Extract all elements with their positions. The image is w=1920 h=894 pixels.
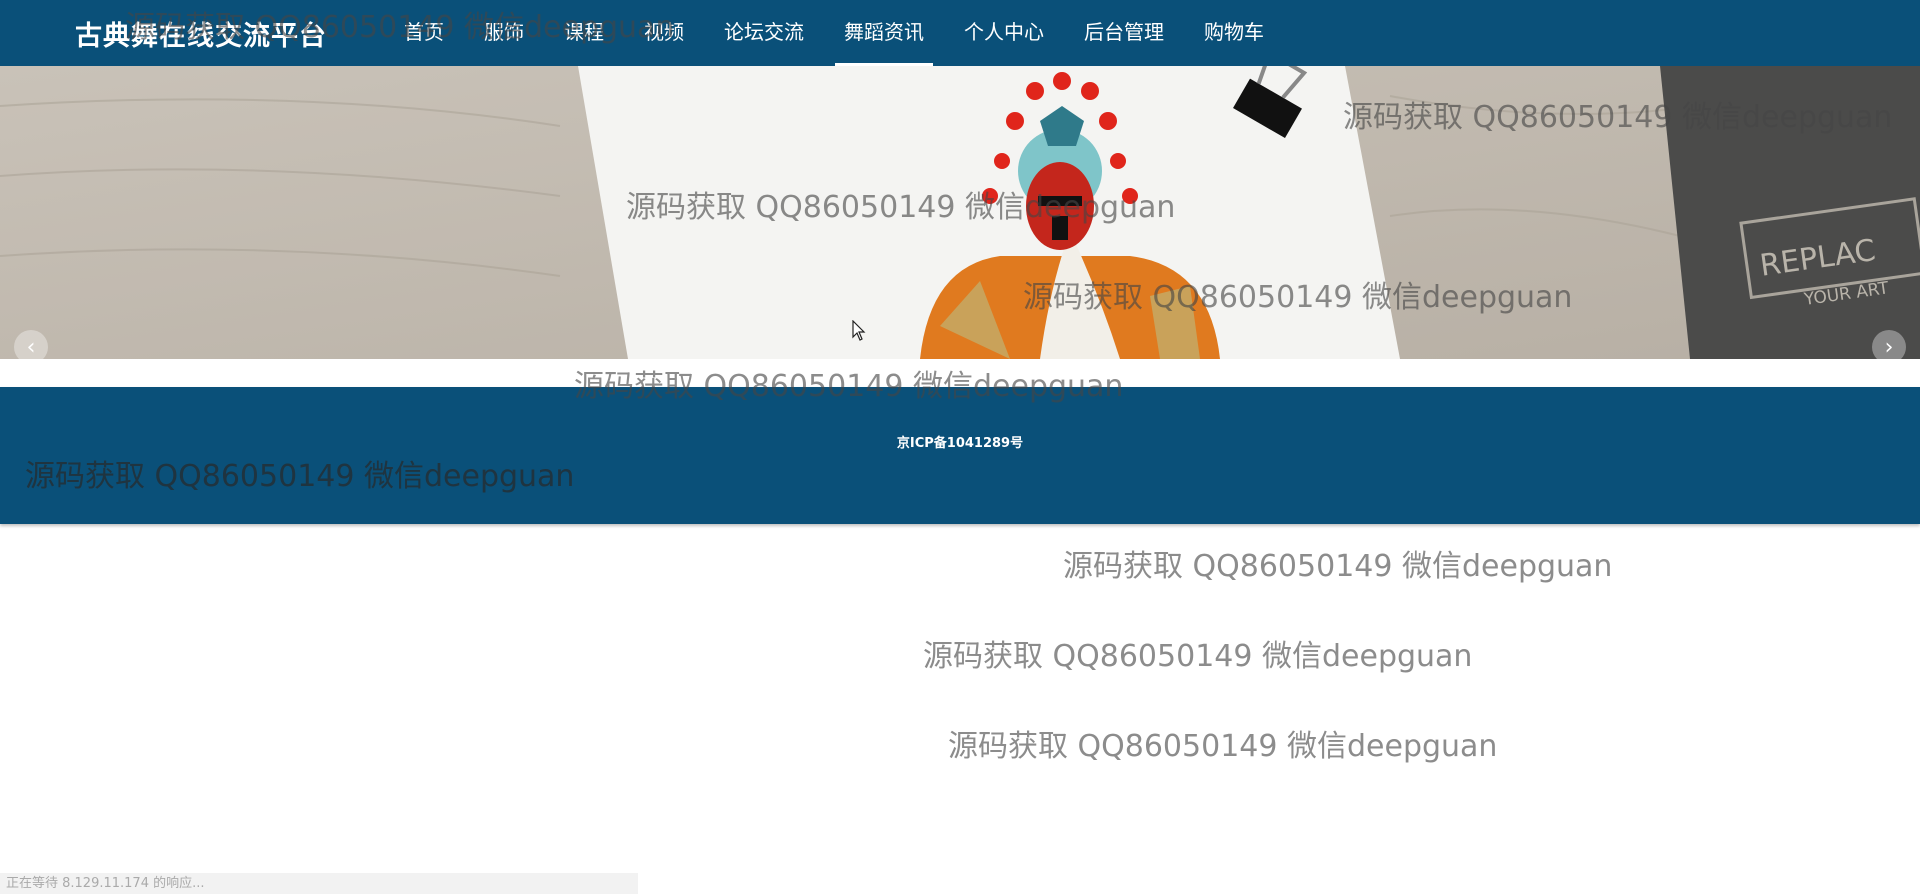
chevron-right-icon: › <box>1884 334 1894 360</box>
nav-dance-news[interactable]: 舞蹈资讯 <box>835 0 933 66</box>
icp-record[interactable]: 京ICP备1041289号 <box>0 432 1920 451</box>
nav-costume[interactable]: 服饰 <box>475 0 533 66</box>
site-brand[interactable]: 古典舞在线交流平台 <box>75 14 327 53</box>
banner-carousel[interactable]: REPLAC YOUR ART <box>0 66 1920 359</box>
watermark-text: 源码获取 QQ86050149 微信deepguan <box>1063 549 1613 584</box>
nav-videos[interactable]: 视频 <box>635 0 693 66</box>
watermark-text: 源码获取 QQ86050149 微信deepguan <box>948 729 1498 764</box>
nav-cart[interactable]: 购物车 <box>1195 0 1273 66</box>
nav-forum[interactable]: 论坛交流 <box>715 0 813 66</box>
carousel-next-button[interactable]: › <box>1872 330 1906 364</box>
chevron-left-icon: ‹ <box>26 334 36 360</box>
watermark-text: 源码获取 QQ86050149 微信deepguan <box>923 639 1473 674</box>
main-nav: 首页 服饰 课程 视频 论坛交流 舞蹈资讯 个人中心 后台管理 购物车 <box>395 0 1295 66</box>
nav-personal-center[interactable]: 个人中心 <box>955 0 1053 66</box>
nav-admin[interactable]: 后台管理 <box>1075 0 1173 66</box>
top-navbar: 古典舞在线交流平台 首页 服饰 课程 视频 论坛交流 舞蹈资讯 个人中心 后台管… <box>0 0 1920 66</box>
nav-courses[interactable]: 课程 <box>555 0 613 66</box>
banner-image: REPLAC YOUR ART <box>0 66 1920 359</box>
carousel-prev-button[interactable]: ‹ <box>14 330 48 364</box>
mouse-cursor-icon <box>852 320 866 341</box>
nav-home[interactable]: 首页 <box>395 0 453 66</box>
site-footer: 京ICP备1041289号 <box>0 387 1920 524</box>
browser-status-bar: 正在等待 8.129.11.174 的响应... <box>0 873 638 894</box>
